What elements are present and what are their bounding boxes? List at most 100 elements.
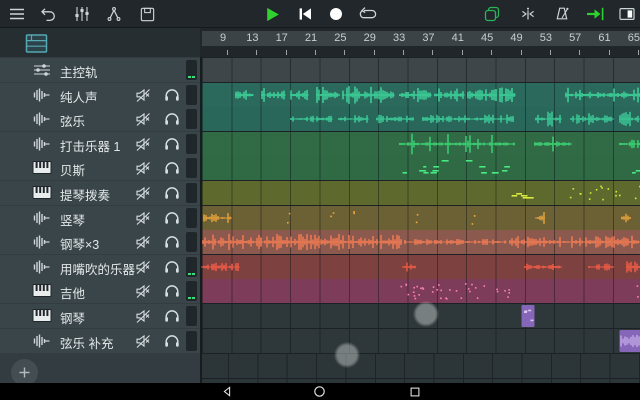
monitor-button headphones-icon[interactable] <box>164 259 184 275</box>
back-icon[interactable] <box>219 384 234 399</box>
midi-clip[interactable] <box>352 206 359 230</box>
record-icon[interactable] <box>325 3 347 25</box>
monitor-button headphones-icon[interactable] <box>164 111 184 127</box>
audio-clip[interactable] <box>338 107 369 131</box>
metronome-icon[interactable] <box>551 3 573 25</box>
audio-clip[interactable] <box>201 255 240 279</box>
monitor-button headphones-icon[interactable] <box>164 87 184 103</box>
save-icon[interactable] <box>136 3 158 25</box>
monitor-button headphones-icon[interactable] <box>164 136 184 152</box>
midi-clip[interactable] <box>634 181 640 205</box>
track-row[interactable]: 弦乐 补充 <box>0 329 200 353</box>
timeline-ruler[interactable]: 591317212529333741454953576165 <box>200 28 640 57</box>
audio-clip[interactable] <box>203 206 232 230</box>
snap-icon[interactable] <box>517 3 539 25</box>
audio-clip[interactable] <box>534 132 572 156</box>
mute-button muted-speaker-icon[interactable] <box>134 259 154 275</box>
monitor-button headphones-icon[interactable] <box>164 160 184 176</box>
track-row[interactable]: 吉他 <box>0 279 200 303</box>
track-row[interactable]: 用嘴吹的乐器 <box>0 255 200 279</box>
panel-toggle-icon[interactable] <box>616 3 638 25</box>
follow-playhead-icon[interactable] <box>584 3 606 25</box>
timeline-lane[interactable] <box>202 206 640 230</box>
track-row[interactable]: 贝斯 <box>0 156 200 180</box>
audio-clip[interactable] <box>570 107 614 131</box>
audio-clip[interactable] <box>509 230 640 254</box>
audio-clip[interactable] <box>535 107 562 131</box>
monitor-button headphones-icon[interactable] <box>164 283 184 299</box>
midi-clip[interactable] <box>286 206 292 230</box>
monitor-button headphones-icon[interactable] <box>164 308 184 324</box>
track-row[interactable]: 打击乐器 1 <box>0 132 200 156</box>
track-row[interactable]: 提琴拨奏 <box>0 181 200 205</box>
midi-clip[interactable] <box>400 156 512 180</box>
timeline-lane[interactable] <box>202 181 640 205</box>
timeline-lane[interactable] <box>202 279 640 303</box>
audio-clip[interactable] <box>316 83 340 107</box>
recents-icon[interactable] <box>407 384 422 399</box>
audio-clip[interactable] <box>619 329 640 353</box>
menu-icon[interactable] <box>6 3 28 25</box>
loop-icon[interactable] <box>357 3 379 25</box>
mute-button muted-speaker-icon[interactable] <box>134 185 154 201</box>
mute-button muted-speaker-icon[interactable] <box>134 283 154 299</box>
mute-button muted-speaker-icon[interactable] <box>134 136 154 152</box>
timeline-lane-empty[interactable] <box>202 354 640 378</box>
midi-clip[interactable] <box>627 279 640 303</box>
tracks-view-icon[interactable] <box>24 32 48 54</box>
monitor-button headphones-icon[interactable] <box>164 210 184 226</box>
track-row[interactable]: 竖琴 <box>0 206 200 230</box>
audio-clip[interactable] <box>626 255 640 279</box>
track-row[interactable]: 钢琴 <box>0 304 200 328</box>
timeline-lane[interactable] <box>202 83 640 107</box>
audio-clip[interactable] <box>290 83 309 107</box>
monitor-button headphones-icon[interactable] <box>164 185 184 201</box>
mute-button muted-speaker-icon[interactable] <box>134 210 154 226</box>
audio-clip[interactable] <box>404 230 507 254</box>
audio-clip[interactable] <box>619 132 640 156</box>
track-row[interactable]: 弦乐 <box>0 107 200 131</box>
mute-button muted-speaker-icon[interactable] <box>134 234 154 250</box>
play-button play-icon[interactable] <box>261 3 283 25</box>
midi-clip[interactable] <box>630 156 640 180</box>
timeline-grid[interactable] <box>200 57 640 383</box>
midi-clip[interactable] <box>510 181 539 205</box>
timeline-lane[interactable] <box>202 329 640 353</box>
mute-button muted-speaker-icon[interactable] <box>134 308 154 324</box>
midi-clip[interactable] <box>414 206 420 230</box>
timeline-lane[interactable] <box>202 58 640 82</box>
midi-clip[interactable] <box>329 206 335 230</box>
add-track-button plus-icon[interactable] <box>11 359 38 386</box>
splitter-icon[interactable] <box>103 3 125 25</box>
track-row[interactable]: 主控轨 <box>0 58 200 82</box>
audio-clip[interactable] <box>342 83 395 107</box>
audio-clip[interactable] <box>524 255 562 279</box>
midi-clip[interactable] <box>400 279 514 303</box>
audio-clip[interactable] <box>402 255 416 279</box>
mute-button muted-speaker-icon[interactable] <box>134 333 154 349</box>
duplicate-icon[interactable] <box>481 3 503 25</box>
audio-clip[interactable] <box>376 107 414 131</box>
audio-clip[interactable] <box>422 107 514 131</box>
rewind-to-start-icon[interactable] <box>294 3 316 25</box>
audio-clip[interactable] <box>399 132 515 156</box>
timeline-lane[interactable] <box>202 230 640 254</box>
monitor-button headphones-icon[interactable] <box>164 234 184 250</box>
audio-clip[interactable] <box>290 107 333 131</box>
midi-clip[interactable] <box>568 181 624 205</box>
timeline-lane[interactable] <box>202 156 640 180</box>
audio-clip[interactable] <box>619 107 640 131</box>
home-icon[interactable] <box>312 384 327 399</box>
mixer-icon[interactable] <box>71 3 93 25</box>
audio-clip[interactable] <box>434 83 465 107</box>
midi-clip[interactable] <box>471 206 477 230</box>
audio-clip[interactable] <box>261 83 286 107</box>
audio-clip[interactable] <box>499 83 516 107</box>
track-row[interactable]: 钢琴×3 <box>0 230 200 254</box>
audio-clip[interactable] <box>235 83 254 107</box>
timeline-lane[interactable] <box>202 132 640 156</box>
track-row[interactable]: 纯人声 <box>0 83 200 107</box>
timeline-lane[interactable] <box>202 255 640 279</box>
audio-clip[interactable] <box>399 83 432 107</box>
audio-clip[interactable] <box>535 206 545 230</box>
